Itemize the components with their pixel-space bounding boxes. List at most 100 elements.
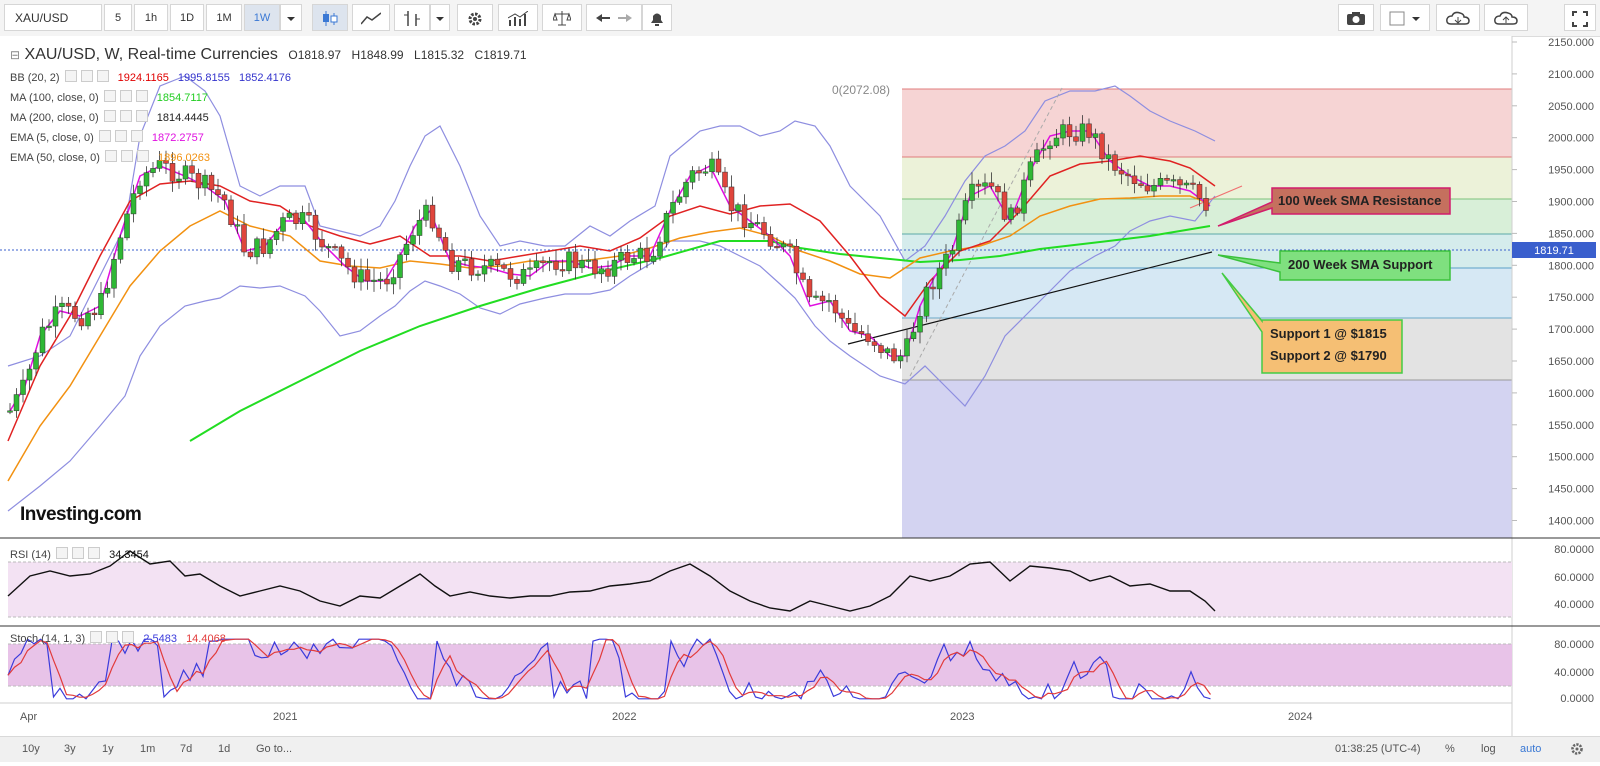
candle-body: [397, 254, 403, 278]
candle-body: [1034, 149, 1040, 162]
collapse-icon[interactable]: ⊟: [10, 48, 20, 62]
candle-body: [527, 267, 533, 270]
candle-body: [111, 259, 117, 289]
close-icon[interactable]: [136, 150, 149, 162]
candle-body: [39, 326, 46, 354]
stoch-tick-label: 0.0000: [1560, 693, 1594, 705]
candle-body: [1079, 123, 1086, 142]
gear-icon[interactable]: [120, 150, 133, 162]
color-picker-button[interactable]: [1380, 4, 1430, 31]
alert-button[interactable]: [642, 4, 672, 31]
goto-button[interactable]: Go to...: [256, 737, 292, 762]
eye-icon[interactable]: [64, 70, 77, 82]
price-tick-label: 2150.000: [1548, 37, 1594, 49]
gear-icon[interactable]: [106, 631, 119, 643]
range-7d-button[interactable]: 7d: [180, 737, 192, 762]
camera-icon: [1347, 12, 1365, 25]
candle-body: [553, 260, 559, 270]
candle-body: [1118, 170, 1125, 175]
candle-body: [507, 268, 514, 280]
candle-body: [228, 199, 234, 225]
support-1-annotation: Support 1 @ $1815: [1270, 326, 1387, 341]
candle-body: [1183, 182, 1190, 186]
scales-icon: [553, 11, 571, 26]
indicator-ema5[interactable]: EMA (5, close, 0) 1872.2757: [10, 130, 204, 144]
close-icon[interactable]: [130, 130, 143, 142]
candle-body: [345, 257, 351, 268]
range-1d-button[interactable]: 1d: [218, 737, 230, 762]
cloud-upload-icon: [1494, 11, 1518, 25]
eye-icon[interactable]: [103, 110, 116, 122]
line-style-button[interactable]: [352, 4, 390, 31]
gear-icon[interactable]: [80, 70, 93, 82]
indicators-button[interactable]: [498, 4, 538, 31]
range-1y-button[interactable]: 1y: [102, 737, 114, 762]
chart-title: XAU/USD, W, Real-time Currencies: [24, 46, 278, 63]
interval-1w-button[interactable]: 1W: [244, 4, 280, 31]
log-scale-button[interactable]: log: [1481, 737, 1496, 762]
candle-body: [689, 170, 696, 183]
interval-5-button[interactable]: 5: [104, 4, 132, 31]
close-icon[interactable]: [135, 90, 148, 102]
eye-icon[interactable]: [104, 150, 117, 162]
load-cloud-button[interactable]: [1436, 4, 1480, 31]
close-icon[interactable]: [88, 547, 101, 559]
price-tick-label: 1700.000: [1548, 324, 1594, 336]
indicator-bb[interactable]: BB (20, 2) 1924.1165 1995.8155 1852.4176: [10, 70, 291, 84]
interval-1m-button[interactable]: 1M: [206, 4, 242, 31]
candle-body: [741, 204, 748, 229]
snapshot-button[interactable]: [1338, 4, 1374, 31]
indicator-ma200[interactable]: MA (200, close, 0) 1814.4445: [10, 110, 209, 124]
candle-body: [1040, 148, 1047, 151]
indicator-ma100[interactable]: MA (100, close, 0) 1854.7117: [10, 90, 208, 104]
eye-icon[interactable]: [90, 631, 103, 643]
gear-icon[interactable]: [119, 90, 132, 102]
candle-body: [559, 269, 566, 272]
gear-icon[interactable]: [72, 547, 85, 559]
interval-1h-button[interactable]: 1h: [134, 4, 168, 31]
candle-body: [286, 212, 293, 218]
compare-button[interactable]: [394, 4, 430, 31]
interval-dropdown-button[interactable]: [280, 4, 302, 31]
interval-1d-button[interactable]: 1D: [170, 4, 204, 31]
stoch-legend[interactable]: Stoch (14, 1, 3) 2.5483 14.4068: [10, 631, 226, 645]
save-cloud-button[interactable]: [1484, 4, 1528, 31]
rsi-legend[interactable]: RSI (14) 34.3454: [10, 547, 149, 561]
chart-area[interactable]: 0(2072.08) 2150.000 2100.000 2050.000 2000.…: [0, 36, 1600, 736]
close-icon[interactable]: [135, 110, 148, 122]
candlestick-icon: [323, 11, 338, 26]
compare-symbols-button[interactable]: [542, 4, 582, 31]
candle-body: [767, 234, 774, 247]
eye-icon[interactable]: [103, 90, 116, 102]
candle-body: [631, 258, 637, 263]
range-1m-button[interactable]: 1m: [140, 737, 155, 762]
price-chart-svg[interactable]: 0(2072.08) 2150.000 2100.000 2050.000 2000.…: [0, 36, 1600, 736]
clock-time[interactable]: 01:38:25 (UTC-4): [1335, 737, 1421, 762]
candle-body: [930, 286, 936, 290]
settings-button[interactable]: [457, 4, 493, 31]
style-dropdown-button[interactable]: [430, 4, 450, 31]
close-icon[interactable]: [96, 70, 109, 82]
candle-body: [143, 172, 150, 187]
candle-body: [728, 186, 735, 212]
indicator-ema50[interactable]: EMA (50, close, 0) 1896.0263: [10, 150, 210, 164]
candle-body: [403, 243, 410, 255]
candle-style-button[interactable]: [312, 4, 348, 31]
candle-body: [1190, 182, 1196, 185]
candle-body: [351, 266, 358, 283]
settings-gear-button[interactable]: [1570, 737, 1584, 762]
candle-body: [975, 183, 982, 187]
symbol-input[interactable]: XAU/USD: [4, 4, 102, 31]
gear-icon[interactable]: [119, 110, 132, 122]
eye-icon[interactable]: [98, 130, 111, 142]
candle-body: [1099, 133, 1105, 160]
gear-icon[interactable]: [114, 130, 127, 142]
percent-scale-button[interactable]: %: [1445, 737, 1455, 762]
range-10y-button[interactable]: 10y: [22, 737, 40, 762]
close-icon[interactable]: [122, 631, 135, 643]
price-tick-label: 2100.000: [1548, 69, 1594, 81]
fullscreen-button[interactable]: [1564, 4, 1596, 31]
range-3y-button[interactable]: 3y: [64, 737, 76, 762]
eye-icon[interactable]: [56, 547, 69, 559]
auto-scale-button[interactable]: auto: [1520, 737, 1541, 762]
